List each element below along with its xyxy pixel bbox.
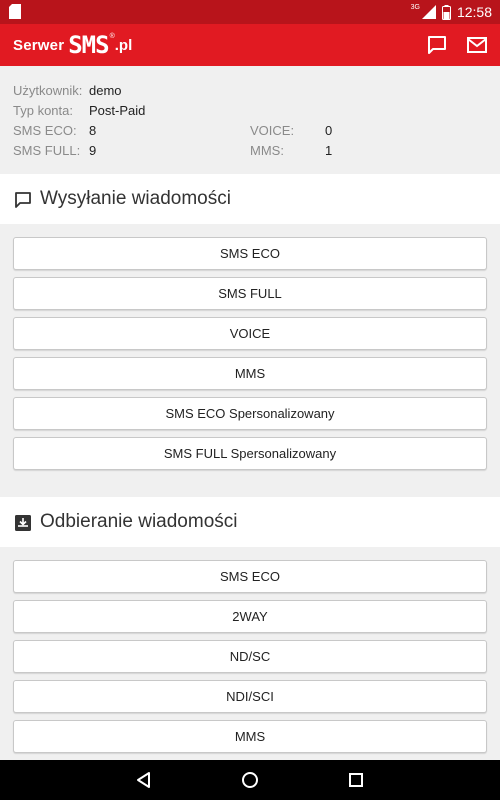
- send-section-header: Wysyłanie wiadomości: [0, 174, 500, 224]
- logo-main: SMS: [68, 31, 109, 59]
- system-nav-bar: [0, 760, 500, 800]
- mms-value: 1: [325, 143, 333, 158]
- logo-prefix: Serwer: [13, 36, 65, 54]
- voice-label: VOICE:: [250, 123, 295, 138]
- app-logo: Serwer SMS ® .pl: [13, 30, 132, 60]
- send-sms-full-personalized-button[interactable]: SMS FULL Spersonalizowany: [13, 437, 487, 470]
- chat-icon[interactable]: [426, 34, 448, 56]
- receive-ndi-sci-button[interactable]: NDI/SCI: [13, 680, 487, 713]
- clock: 12:58: [456, 4, 492, 20]
- sms-full-value: 9: [89, 143, 97, 158]
- receive-button-group: SMS ECO 2WAY ND/SC NDI/SCI MMS: [0, 547, 500, 760]
- account-info: Użytkownik: demo Typ konta: Post-Paid SM…: [0, 66, 500, 174]
- user-label: Użytkownik:: [13, 83, 83, 98]
- battery-icon: [441, 4, 451, 20]
- network-type-label: 3G: [410, 3, 420, 11]
- send-voice-button[interactable]: VOICE: [13, 317, 487, 350]
- mail-icon[interactable]: [466, 34, 488, 56]
- receive-2way-button[interactable]: 2WAY: [13, 600, 487, 633]
- chat-bubble-icon: [15, 192, 31, 208]
- status-bar: 3G 12:58: [0, 0, 500, 24]
- signal-icon: [421, 5, 436, 19]
- status-right: 3G 12:58: [411, 0, 492, 24]
- send-sms-eco-personalized-button[interactable]: SMS ECO Spersonalizowany: [13, 397, 487, 430]
- recents-icon[interactable]: [346, 770, 366, 790]
- user-value: demo: [89, 83, 122, 98]
- receive-mms-button[interactable]: MMS: [13, 720, 487, 753]
- send-sms-full-button[interactable]: SMS FULL: [13, 277, 487, 310]
- sms-eco-label: SMS ECO:: [13, 123, 77, 138]
- receive-nd-sc-button[interactable]: ND/SC: [13, 640, 487, 673]
- home-icon[interactable]: [240, 770, 260, 790]
- send-mms-button[interactable]: MMS: [13, 357, 487, 390]
- receive-sms-eco-button[interactable]: SMS ECO: [13, 560, 487, 593]
- send-section-title: Wysyłanie wiadomości: [40, 188, 231, 209]
- sd-card-icon: [9, 4, 21, 19]
- mms-label: MMS:: [250, 143, 284, 158]
- account-type-value: Post-Paid: [89, 103, 146, 118]
- account-type-label: Typ konta:: [13, 103, 73, 118]
- receive-section-header: Odbieranie wiadomości: [0, 497, 500, 547]
- logo-registered: ®: [109, 32, 115, 40]
- send-sms-eco-button[interactable]: SMS ECO: [13, 237, 487, 270]
- receive-section-title: Odbieranie wiadomości: [40, 511, 238, 532]
- sms-eco-value: 8: [89, 123, 97, 138]
- logo-suffix: .pl: [114, 36, 133, 54]
- sms-full-label: SMS FULL:: [13, 143, 81, 158]
- voice-value: 0: [325, 123, 333, 138]
- app-bar: Serwer SMS ® .pl: [0, 24, 500, 66]
- inbox-download-icon: [15, 515, 31, 531]
- back-icon[interactable]: [134, 770, 154, 790]
- send-button-group: SMS ECO SMS FULL VOICE MMS SMS ECO Spers…: [0, 224, 500, 484]
